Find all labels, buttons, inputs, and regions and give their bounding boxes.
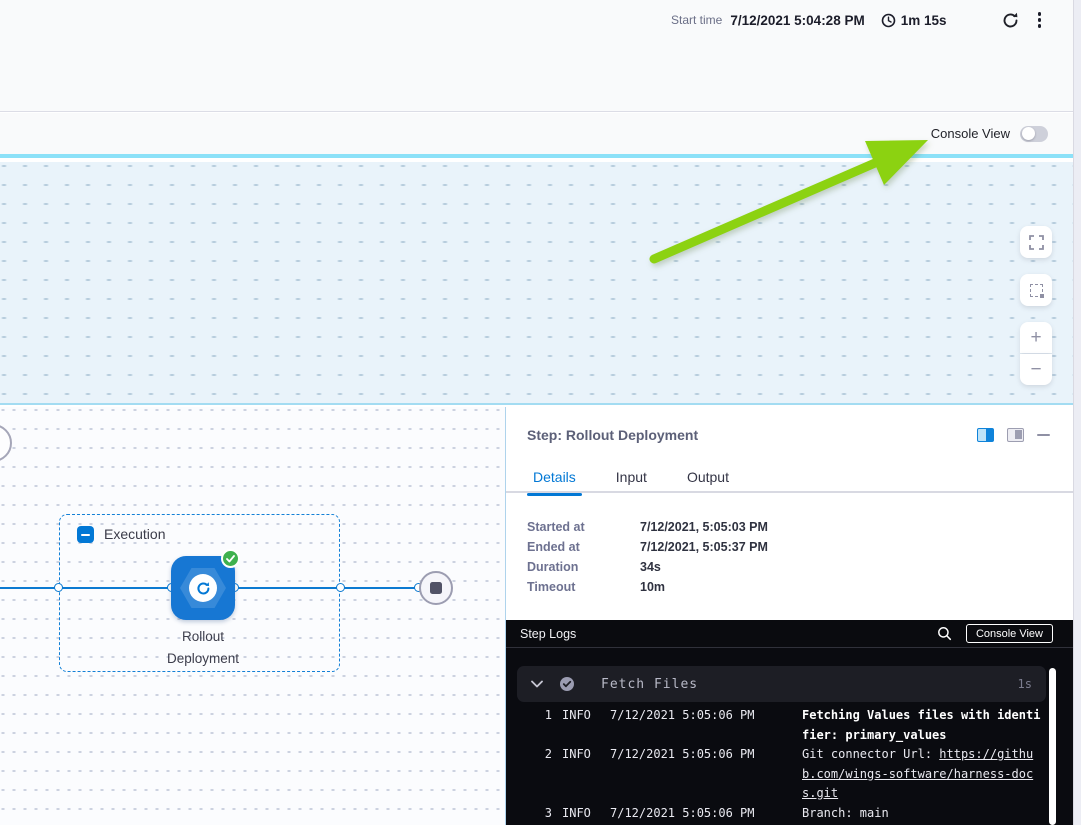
pipeline-execution-page: Start time 7/12/2021 5:04:28 PM 1m 15s C… [0, 0, 1081, 825]
logs-console-view-button[interactable]: Console View [966, 624, 1053, 643]
toggle-knob [1022, 127, 1035, 140]
detail-row: Started at 7/12/2021, 5:05:03 PM [527, 517, 768, 537]
elapsed-duration: 1m 15s [901, 13, 947, 28]
log-rows: 1 INFO 7/12/2021 5:05:06 PM Fetching Val… [506, 706, 1081, 823]
check-circle-icon [559, 676, 575, 692]
minus-icon: − [1030, 360, 1041, 379]
start-time-label: Start time [671, 13, 722, 27]
step-logs-bar: Step Logs Console View [506, 620, 1081, 648]
refresh-button[interactable] [999, 9, 1022, 32]
step-details-panel: Step: Rollout Deployment Details Input O… [506, 407, 1081, 825]
node-label: Rollout Deployment [152, 626, 254, 670]
offscreen-node [0, 424, 12, 462]
console-view-bar: Console View [0, 113, 1081, 158]
success-badge-icon [221, 549, 240, 568]
detail-row: Ended at 7/12/2021, 5:05:37 PM [527, 537, 768, 557]
log-message: Git connector Url: https://github.com/wi… [802, 745, 1041, 804]
collapse-group-button[interactable] [77, 526, 94, 543]
canvas-zoom-controls: + − [1020, 226, 1052, 385]
page-scrollbar-track[interactable] [1073, 0, 1081, 825]
search-icon[interactable] [937, 626, 952, 641]
marquee-icon [1030, 284, 1043, 297]
fullscreen-icon [1029, 235, 1044, 250]
details-list: Started at 7/12/2021, 5:05:03 PM Ended a… [527, 517, 768, 597]
top-bar: Start time 7/12/2021 5:04:28 PM 1m 15s [0, 0, 1081, 112]
log-row: 3 INFO 7/12/2021 5:05:06 PM Branch: main [506, 804, 1081, 824]
console-view-toggle[interactable] [1020, 126, 1048, 142]
log-row: 2 INFO 7/12/2021 5:05:06 PM Git connecto… [506, 745, 1081, 804]
execution-group-label: Execution [104, 526, 165, 542]
connection-point [54, 583, 63, 592]
detail-row: Duration 34s [527, 557, 768, 577]
console-view-label: Console View [931, 126, 1010, 141]
chevron-down-icon [531, 680, 543, 688]
log-message: Fetching Values files with identifier: p… [802, 706, 1041, 745]
step-logs-title: Step Logs [520, 627, 576, 641]
split-view-bottom-icon[interactable] [1007, 428, 1024, 442]
logs-scrollbar-thumb[interactable] [1049, 668, 1056, 825]
fullscreen-button[interactable] [1020, 226, 1052, 258]
log-row: 1 INFO 7/12/2021 5:05:06 PM Fetching Val… [506, 706, 1081, 745]
zoom-in-button[interactable]: + [1020, 322, 1052, 353]
detail-row: Timeout 10m [527, 577, 768, 597]
pipeline-canvas: + − [0, 162, 1081, 405]
rollout-icon [189, 574, 217, 602]
log-group-fetch-files[interactable]: Fetch Files 1s [517, 666, 1046, 702]
plus-icon: + [1030, 328, 1041, 347]
minimize-panel-icon[interactable] [1037, 434, 1050, 437]
rollout-deployment-node[interactable] [171, 556, 235, 620]
end-node[interactable] [419, 571, 453, 605]
refresh-icon [1001, 11, 1020, 30]
execution-graph-canvas: Execution Rollout Deployment [0, 407, 506, 825]
step-logs-section: Step Logs Console View Fet [506, 620, 1081, 825]
log-message: Branch: main [802, 804, 1041, 824]
clock-icon [881, 13, 896, 28]
start-time-value: 7/12/2021 5:04:28 PM [730, 13, 864, 28]
tab-divider [506, 491, 1081, 493]
zoom-out-button[interactable]: − [1020, 354, 1052, 385]
log-group-duration: 1s [1018, 677, 1032, 691]
marquee-select-button[interactable] [1020, 274, 1052, 306]
panel-actions [977, 428, 1050, 442]
stop-square-icon [430, 582, 442, 594]
split-view-right-icon[interactable] [977, 428, 994, 442]
connection-point [336, 583, 345, 592]
log-group-name: Fetch Files [601, 677, 698, 692]
more-options-button[interactable] [1036, 10, 1044, 30]
panel-title: Step: Rollout Deployment [527, 427, 698, 443]
